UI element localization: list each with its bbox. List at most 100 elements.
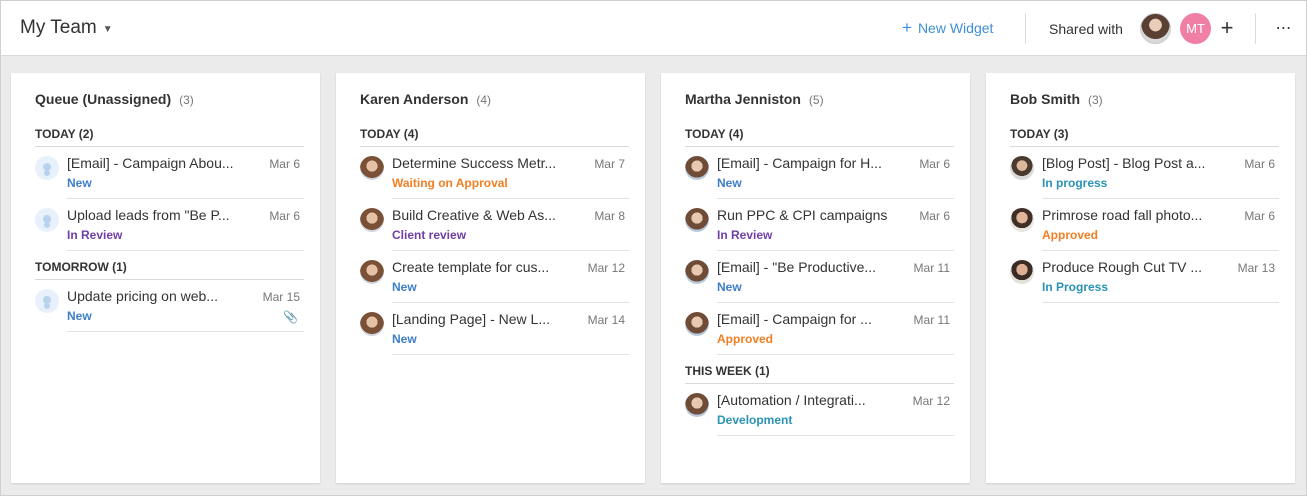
new-widget-button[interactable]: + New Widget: [902, 18, 994, 37]
task-status: New: [392, 332, 417, 346]
task-date: Mar 12: [912, 394, 950, 408]
task-title: Build Creative & Web As...: [392, 207, 556, 223]
task-title: Update pricing on web...: [67, 288, 218, 304]
column-count: (5): [808, 93, 824, 107]
task-date: Mar 6: [919, 209, 950, 223]
attachment-icon: 📎: [283, 310, 298, 324]
task-item[interactable]: [Email] - Campaign for H... Mar 6 New: [685, 147, 954, 199]
group-label: TODAY (4): [360, 127, 629, 147]
unassigned-user-icon: [35, 289, 59, 313]
task-item[interactable]: [Email] - Campaign for ... Mar 11 Approv…: [685, 303, 954, 355]
task-title: [Blog Post] - Blog Post a...: [1042, 155, 1206, 171]
task-status: Client review: [392, 228, 467, 242]
assignee-avatar: [360, 260, 384, 284]
task-status: In Review: [67, 228, 123, 242]
column-martha-jenniston: Martha Jenniston (5) TODAY (4) [Email] -…: [661, 73, 970, 483]
add-share-button[interactable]: +: [1218, 14, 1236, 42]
column-karen-anderson: Karen Anderson (4) TODAY (4) Determine S…: [336, 73, 645, 483]
task-item[interactable]: [Landing Page] - New L... Mar 14 New: [360, 303, 629, 355]
task-title: [Landing Page] - New L...: [392, 311, 550, 327]
task-item[interactable]: Run PPC & CPI campaigns Mar 6 In Review: [685, 199, 954, 251]
header-divider: [1255, 13, 1256, 44]
task-status: New: [717, 280, 742, 294]
assignee-avatar: [685, 156, 709, 180]
task-title: Run PPC & CPI campaigns: [717, 207, 888, 223]
task-date: Mar 6: [1244, 157, 1275, 171]
task-status: New: [67, 176, 92, 190]
task-title: [Email] - "Be Productive...: [717, 259, 877, 275]
column-header: Queue (Unassigned) (3): [35, 91, 194, 107]
assignee-avatar: [1010, 208, 1034, 232]
task-title: Determine Success Metr...: [392, 155, 557, 171]
task-item[interactable]: Determine Success Metr... Mar 7 Waiting …: [360, 147, 629, 199]
task-title: Primrose road fall photo...: [1042, 207, 1203, 223]
task-item[interactable]: Build Creative & Web As... Mar 8 Client …: [360, 199, 629, 251]
more-options-icon[interactable]: ⋯: [1273, 17, 1293, 39]
task-title: [Email] - Campaign for ...: [717, 311, 872, 327]
unassigned-user-icon: [35, 156, 59, 180]
task-status: In Progress: [1042, 280, 1109, 294]
shared-with-label: Shared with: [1049, 21, 1123, 37]
task-item[interactable]: [Blog Post] - Blog Post a... Mar 6 In pr…: [1010, 147, 1279, 199]
task-item[interactable]: [Email] - "Be Productive... Mar 11 New: [685, 251, 954, 303]
task-date: Mar 13: [1237, 261, 1275, 275]
group-label: THIS WEEK (1): [685, 364, 954, 384]
task-date: Mar 14: [587, 313, 625, 327]
column-header: Martha Jenniston (5): [685, 91, 824, 107]
group-label: TODAY (3): [1010, 127, 1279, 147]
caret-down-icon: ▼: [102, 23, 113, 35]
task-item[interactable]: Create template for cus... Mar 12 New: [360, 251, 629, 303]
assignee-avatar: [360, 156, 384, 180]
assignee-avatar: [685, 208, 709, 232]
task-status: New: [67, 309, 92, 323]
page-title: My Team: [20, 17, 97, 38]
column-name: Martha Jenniston: [685, 91, 801, 107]
task-title: [Email] - Campaign for H...: [717, 155, 882, 171]
unassigned-user-icon: [35, 208, 59, 232]
task-status: In Review: [717, 228, 773, 242]
new-widget-label: New Widget: [917, 20, 994, 36]
task-title: [Email] - Campaign Abou...: [67, 155, 234, 171]
assignee-avatar: [1010, 260, 1034, 284]
group-label: TODAY (2): [35, 127, 304, 147]
assignee-avatar: [685, 312, 709, 336]
task-title: [Automation / Integrati...: [717, 392, 866, 408]
column-count: (4): [476, 93, 492, 107]
task-status: New: [392, 280, 417, 294]
column-count: (3): [179, 93, 194, 107]
task-item[interactable]: [Automation / Integrati... Mar 12 Develo…: [685, 384, 954, 436]
shared-user-avatar-initials[interactable]: MT: [1180, 13, 1211, 44]
task-status: In progress: [1042, 176, 1108, 190]
header-bar: My Team ▼ + New Widget Shared with MT + …: [1, 1, 1306, 56]
task-date: Mar 15: [262, 290, 300, 304]
task-status: Development: [717, 413, 793, 427]
task-date: Mar 6: [1244, 209, 1275, 223]
column-name: Bob Smith: [1010, 91, 1080, 107]
assignee-avatar: [685, 393, 709, 417]
task-date: Mar 6: [919, 157, 950, 171]
task-status: Approved: [1042, 228, 1099, 242]
plus-icon: +: [902, 18, 912, 37]
assignee-avatar: [360, 208, 384, 232]
task-item[interactable]: Produce Rough Cut TV ... Mar 13 In Progr…: [1010, 251, 1279, 303]
task-date: Mar 8: [594, 209, 625, 223]
column-bob-smith: Bob Smith (3) TODAY (3) [Blog Post] - Bl…: [986, 73, 1295, 483]
column-count: (3): [1088, 93, 1103, 107]
column-queue: Queue (Unassigned) (3) TODAY (2) [Email]…: [11, 73, 320, 483]
task-item[interactable]: [Email] - Campaign Abou... Mar 6 New: [35, 147, 304, 199]
column-header: Bob Smith (3): [1010, 91, 1103, 107]
column-header: Karen Anderson (4): [360, 91, 491, 107]
assignee-avatar: [360, 312, 384, 336]
group-label: TODAY (4): [685, 127, 954, 147]
task-status: New: [717, 176, 742, 190]
shared-user-avatar[interactable]: [1140, 13, 1171, 44]
task-item[interactable]: Update pricing on web... Mar 15 New 📎: [35, 280, 304, 332]
team-selector[interactable]: My Team ▼: [20, 17, 113, 39]
task-title: Produce Rough Cut TV ...: [1042, 259, 1203, 275]
task-title: Create template for cus...: [392, 259, 550, 275]
header-divider: [1025, 13, 1026, 44]
group-label: TOMORROW (1): [35, 260, 304, 280]
task-item[interactable]: Upload leads from "Be P... Mar 6 In Revi…: [35, 199, 304, 251]
task-status: Waiting on Approval: [392, 176, 508, 190]
task-item[interactable]: Primrose road fall photo... Mar 6 Approv…: [1010, 199, 1279, 251]
